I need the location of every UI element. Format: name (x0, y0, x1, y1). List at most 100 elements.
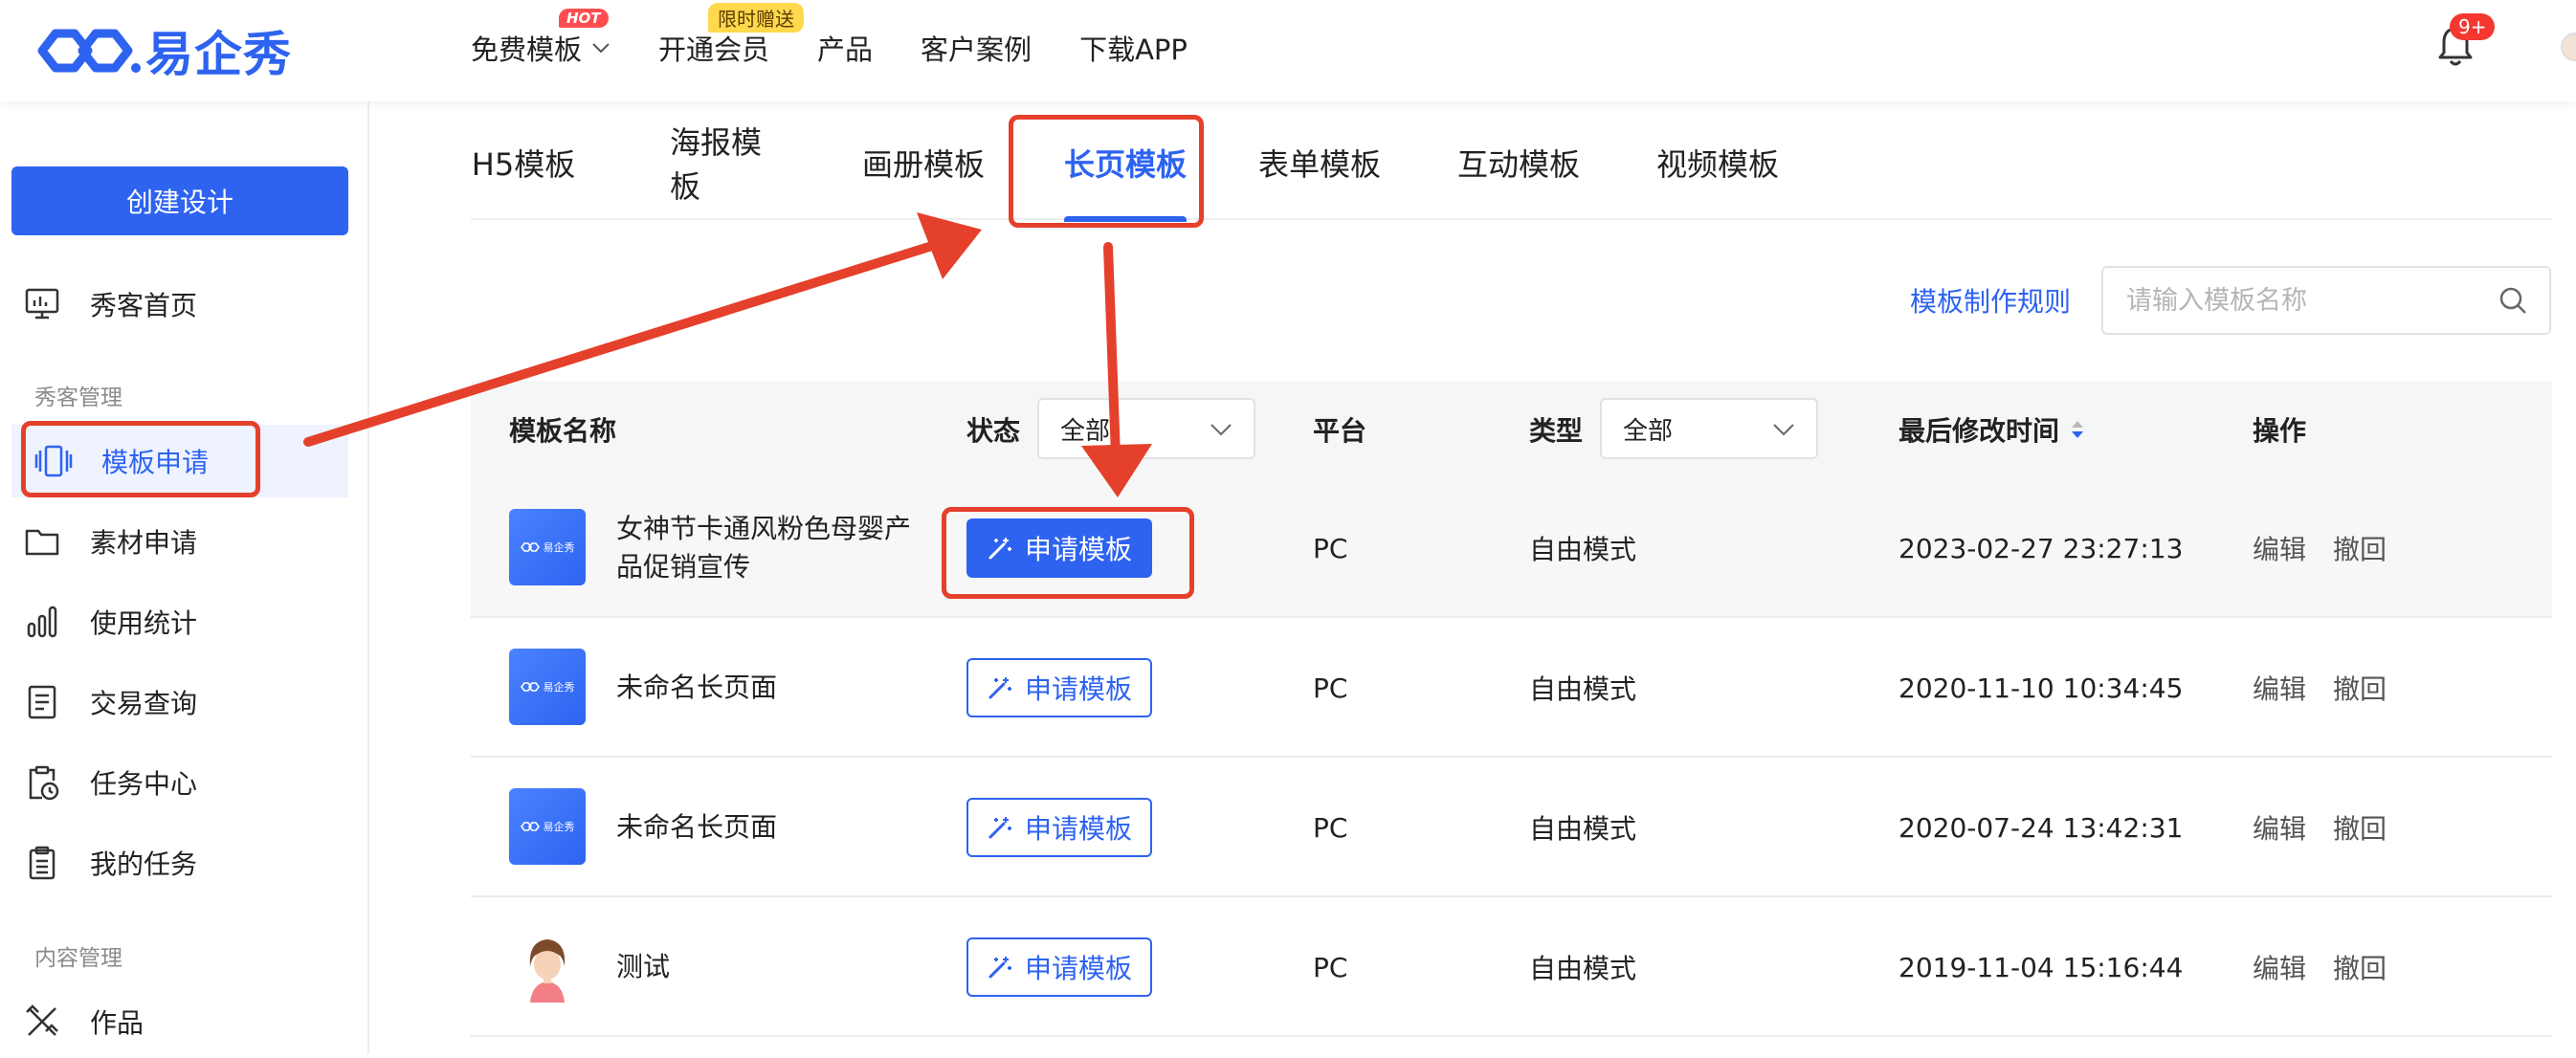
status-filter-value: 全部 (1060, 416, 1111, 446)
nav-products[interactable]: 产品 (817, 28, 873, 68)
bar-chart-icon (27, 606, 57, 638)
logo-icon (520, 542, 540, 552)
sidebar-item-home[interactable]: 秀客首页 (23, 268, 348, 341)
section-label-xiuke: 秀客管理 (34, 386, 122, 410)
tab-video[interactable]: 视频模板 (1655, 105, 1780, 220)
tab-interactive[interactable]: 互动模板 (1456, 105, 1581, 220)
template-thumbnail[interactable]: 易企秀 (509, 509, 586, 585)
template-type-tabs: H5模板 海报模板 画册模板 长页模板 表单模板 互动模板 视频模板 (471, 105, 2552, 220)
table-row[interactable]: 易企秀 未命名长页面 申请模板 PC 自由模式 2020-11-10 10:34… (471, 618, 2552, 758)
annotation-highlight-sidebar (21, 421, 260, 497)
apply-template-button[interactable]: 申请模板 (966, 658, 1152, 717)
sidebar-item-label: 秀客首页 (90, 290, 198, 321)
limited-gift-badge: 限时赠送 (708, 3, 805, 33)
thumbnail-label: 易企秀 (543, 821, 575, 833)
modified-cell: 2023-02-27 23:27:13 (1899, 532, 2184, 564)
top-header: 易企秀 免费模板 HOT 开通会员 限时赠送 产品 客户案例 下载APP 9+ (0, 0, 2576, 101)
thumbnail-label: 易企秀 (543, 681, 575, 694)
tab-poster[interactable]: 海报模板 (670, 105, 766, 220)
nav-label: 免费模板 (471, 33, 583, 66)
template-thumbnail[interactable]: 易企秀 (509, 788, 586, 865)
table-row[interactable]: 易企秀 未命名长页面 申请模板 PC 自由模式 2020-07-24 13:42… (471, 758, 2552, 897)
type-cell: 自由模式 (1529, 673, 1637, 705)
edit-link[interactable]: 编辑 (2253, 897, 2306, 1037)
template-name: 测试 (616, 951, 671, 982)
revoke-link[interactable]: 撤回 (2333, 618, 2387, 758)
monitor-icon (25, 288, 59, 320)
logo[interactable]: 易企秀 (34, 21, 292, 82)
tab-form[interactable]: 表单模板 (1257, 105, 1382, 220)
sidebar-item-label: 作品 (90, 1007, 144, 1039)
sidebar-item-usage-stats[interactable]: 使用统计 (23, 585, 348, 658)
table-row[interactable]: 易企秀 女神节卡通风粉色母婴产品促销宣传 申请模板 PC 自由模式 2023-0… (471, 478, 2552, 618)
sidebar-item-works[interactable]: 作品 (23, 985, 348, 1058)
sidebar-item-my-tasks[interactable]: 我的任务 (23, 827, 348, 899)
nav-cases[interactable]: 客户案例 (921, 28, 1032, 68)
edit-link[interactable]: 编辑 (2253, 478, 2306, 618)
template-thumbnail[interactable]: 易企秀 (509, 649, 586, 725)
notification-badge: 9+ (2450, 13, 2496, 40)
header-modified-label: 最后修改时间 (1899, 415, 2060, 447)
revoke-link[interactable]: 撤回 (2333, 758, 2387, 897)
magic-wand-icon (988, 957, 1011, 979)
template-name: 未命名长页面 (616, 811, 778, 843)
edit-link[interactable]: 编辑 (2253, 758, 2306, 897)
tab-album[interactable]: 画册模板 (861, 105, 986, 220)
search-icon[interactable] (2498, 285, 2528, 316)
document-icon (28, 685, 56, 719)
template-rules-link[interactable]: 模板制作规则 (1910, 281, 2071, 320)
sidebar-item-label: 任务中心 (90, 768, 198, 800)
nav-free-templates[interactable]: 免费模板 HOT (471, 9, 611, 68)
logo-text: 易企秀 (145, 27, 292, 82)
apply-template-label: 申请模板 (1024, 813, 1132, 845)
sidebar-item-transactions[interactable]: 交易查询 (23, 666, 348, 738)
sidebar-item-material-apply[interactable]: 素材申请 (23, 505, 348, 578)
template-name: 女神节卡通风粉色母婴产品促销宣传 (616, 513, 912, 583)
type-cell: 自由模式 (1529, 813, 1637, 845)
design-tools-icon (26, 1004, 58, 1036)
user-avatar[interactable] (2561, 33, 2576, 61)
header-modified[interactable]: 最后修改时间 (1899, 381, 2086, 478)
clipboard-clock-icon (29, 765, 59, 801)
sidebar-item-label: 素材申请 (90, 527, 198, 559)
logo-icon (520, 682, 540, 692)
edit-link[interactable]: 编辑 (2253, 618, 2306, 758)
revoke-link[interactable]: 撤回 (2333, 897, 2387, 1037)
chevron-down-icon (1210, 424, 1232, 436)
status-filter-select[interactable]: 全部 (1037, 398, 1255, 459)
table-header: 模板名称 状态 全部 平台 类型 全部 最后修改时间 操作 (471, 381, 2552, 478)
nav-label: 下载APP (1079, 33, 1188, 66)
section-label-content: 内容管理 (34, 946, 122, 971)
tab-h5[interactable]: H5模板 (471, 105, 576, 220)
revoke-link[interactable]: 撤回 (2333, 478, 2387, 618)
nav-label: 客户案例 (921, 33, 1033, 66)
annotation-highlight-apply (942, 507, 1194, 599)
template-search (2101, 266, 2551, 335)
apply-template-button[interactable]: 申请模板 (966, 798, 1152, 857)
folder-icon (25, 529, 59, 556)
type-cell: 自由模式 (1529, 953, 1637, 984)
magic-wand-icon (988, 677, 1011, 699)
platform-cell: PC (1313, 672, 1348, 704)
chevron-down-icon (592, 43, 610, 54)
modified-cell: 2020-07-24 13:42:31 (1899, 811, 2184, 844)
header-platform: 平台 (1313, 415, 1367, 447)
apply-template-button[interactable]: 申请模板 (966, 937, 1152, 997)
sidebar-item-label: 我的任务 (90, 849, 198, 880)
hot-badge: HOT (559, 9, 609, 28)
search-input[interactable] (2103, 268, 2498, 333)
table-row[interactable]: 测试 申请模板 PC 自由模式 2019-11-04 15:16:44 编辑 撤… (471, 897, 2552, 1037)
nav-label: 开通会员 (658, 33, 770, 66)
sort-icon[interactable] (2069, 418, 2086, 441)
template-thumbnail[interactable] (509, 928, 586, 1004)
create-design-button[interactable]: 创建设计 (11, 166, 348, 235)
type-filter-select[interactable]: 全部 (1600, 398, 1818, 459)
nav-download-app[interactable]: 下载APP (1079, 28, 1188, 68)
header-type: 类型 (1529, 415, 1584, 447)
header-name: 模板名称 (509, 415, 617, 447)
nav-membership[interactable]: 开通会员 限时赠送 (658, 3, 805, 68)
sidebar-item-task-center[interactable]: 任务中心 (23, 746, 348, 819)
modified-cell: 2020-11-10 10:34:45 (1899, 672, 2184, 704)
top-nav: 免费模板 HOT 开通会员 限时赠送 产品 客户案例 下载APP (471, 0, 1235, 96)
magic-wand-icon (988, 817, 1011, 839)
